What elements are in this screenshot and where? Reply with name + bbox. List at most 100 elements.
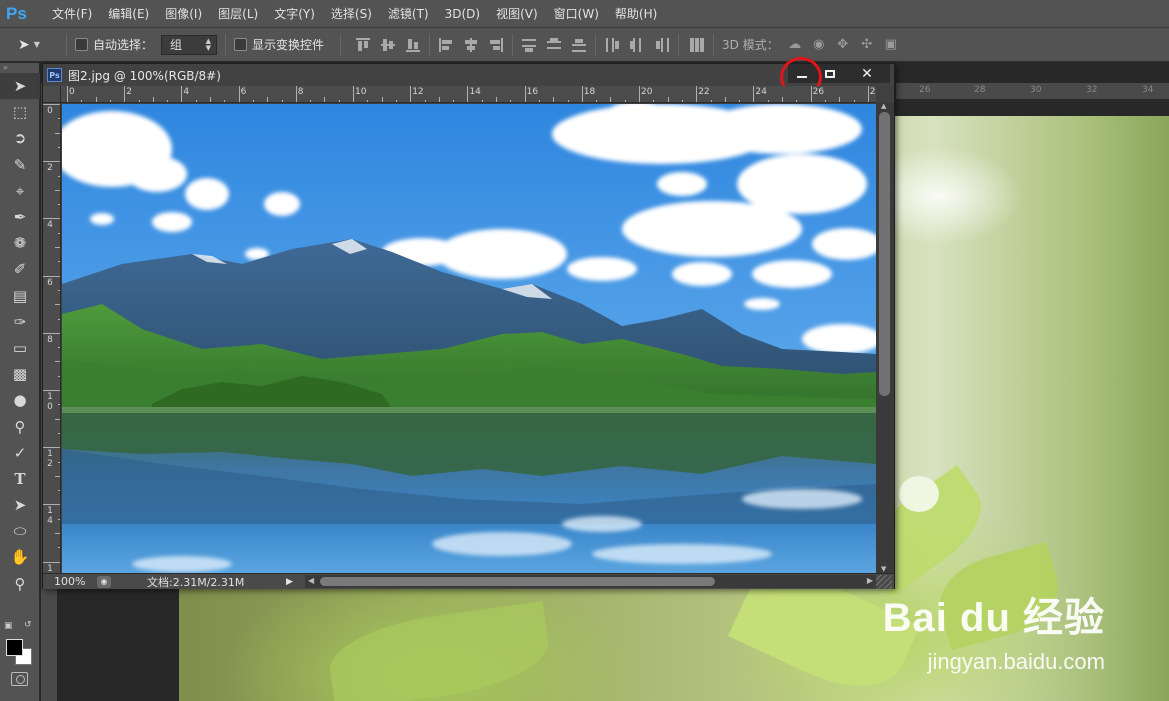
move-tool-icon[interactable]: ➤ [0,73,40,100]
quick-mask-icon[interactable] [11,672,28,686]
ruler-label: 18 [583,87,596,97]
dodge-tool-icon[interactable]: ⚲ [0,413,40,439]
document-canvas[interactable] [62,104,876,573]
horizontal-scrollbar[interactable]: ◀ ▶ [305,575,876,588]
align-vertical-centers-icon[interactable] [380,37,396,53]
pen-tool-icon[interactable]: ✓ [0,440,40,466]
ruler-tick [867,86,869,102]
document-title-bar[interactable]: Ps 图2.jpg @ 100%(RGB/8#) ✕ [43,57,894,97]
drag-3d-icon[interactable]: ✥ [833,36,853,54]
roll-3d-icon[interactable]: ◉ [809,36,829,54]
default-colors-icon[interactable]: ▣ [4,621,13,631]
vertical-scroll-thumb[interactable] [879,112,890,396]
foreground-color-swatch[interactable] [6,639,23,656]
status-menu-arrow-icon[interactable]: ▶ [286,577,298,587]
ruler-origin[interactable] [43,86,61,103]
align-left-edges-icon[interactable] [438,37,454,53]
type-tool-icon[interactable]: T [0,466,40,492]
orbit-3d-icon[interactable]: ☁ [785,36,805,54]
menu-help[interactable]: 帮助(H) [607,0,665,28]
menu-edit[interactable]: 编辑(E) [100,0,157,28]
document-title: 图2.jpg @ 100%(RGB/8#) [68,68,221,83]
distribute-top-icon[interactable] [521,37,537,53]
scroll-up-icon[interactable]: ▲ [881,102,886,110]
ruler-tick [410,86,412,102]
horizontal-ruler[interactable]: 0246810121416182022242628 [61,86,876,103]
distribute-vertical-centers-icon[interactable] [546,37,562,53]
ruler-tick [43,218,60,220]
options-divider [225,33,227,56]
crop-tool-icon[interactable]: ⌖ [0,178,40,204]
swap-colors-icon[interactable]: ↺ [24,620,32,630]
auto-select-dropdown[interactable]: 组 ▲ ▼ [161,34,218,55]
menu-file[interactable]: 文件(F) [44,0,100,28]
blur-tool-icon[interactable]: ● [0,387,40,413]
vertical-scrollbar[interactable]: ▲ ▼ [876,102,894,573]
auto-align-layers-icon[interactable] [689,37,705,53]
close-button[interactable]: ✕ [844,64,890,83]
ellipse-tool-icon[interactable]: ⬭ [0,518,40,544]
scroll-right-icon[interactable]: ▶ [867,576,873,585]
scale-3d-icon[interactable]: ▣ [881,36,901,54]
ruler-tick [58,375,60,377]
menu-type[interactable]: 文字(Y) [266,0,323,28]
ruler-label: 34 [1142,85,1154,95]
hand-tool-icon[interactable]: ✋ [0,544,40,570]
horizontal-scroll-thumb[interactable] [320,577,715,586]
ruler-tick [782,97,783,102]
history-brush-tool-icon[interactable]: ✑ [0,309,40,335]
vertical-ruler[interactable]: 0 2 4 6 8 1 0 1 2 1 4 1 [43,103,61,573]
resize-grip-icon[interactable] [876,575,892,589]
align-right-edges-icon[interactable] [488,37,504,53]
options-divider [512,33,514,56]
align-top-edges-icon[interactable] [355,37,371,53]
clone-stamp-tool-icon[interactable]: ▤ [0,283,40,309]
menu-layer[interactable]: 图层(L) [210,0,266,28]
menu-view[interactable]: 视图(V) [488,0,546,28]
ruler-tick [43,390,60,391]
quick-select-tool-icon[interactable]: ✎ [0,152,40,178]
menu-image[interactable]: 图像(I) [157,0,210,28]
menu-3d[interactable]: 3D(D) [437,0,488,28]
auto-select-checkbox[interactable] [75,38,88,51]
lasso-tool-icon[interactable]: ➲ [0,125,40,151]
ruler-label: 12 [412,87,424,97]
collapse-arrows-icon[interactable]: » [0,63,39,73]
zoom-level[interactable]: 100% [43,575,91,588]
scroll-left-icon[interactable]: ◀ [308,576,314,585]
eraser-tool-icon[interactable]: ▭ [0,335,40,361]
show-transform-checkbox[interactable] [234,38,248,51]
ruler-label: 1 [47,563,53,573]
distribute-bottom-icon[interactable] [571,37,587,53]
scroll-down-icon[interactable]: ▼ [881,565,886,573]
ruler-tick [58,204,60,206]
marquee-tool-icon[interactable]: ⬚ [0,99,40,125]
menu-filter[interactable]: 滤镜(T) [380,0,437,28]
brush-tool-icon[interactable]: ✐ [0,256,40,282]
ruler-tick [58,432,60,434]
menu-select[interactable]: 选择(S) [323,0,380,28]
zoom-tool-icon[interactable]: ⚲ [0,571,40,597]
align-horizontal-centers-icon[interactable] [463,37,479,53]
slide-3d-icon[interactable]: ✣ [857,36,877,54]
eyedropper-tool-icon[interactable]: ✒ [0,204,40,230]
ruler-tick [55,132,60,134]
ruler-tick [55,189,60,191]
ps-document-icon: Ps [47,68,62,82]
align-bottom-edges-icon[interactable] [405,37,421,53]
distribute-right-icon[interactable] [654,37,670,53]
menu-window[interactable]: 窗口(W) [546,0,607,28]
distribute-left-icon[interactable] [604,37,620,53]
tool-preset-picker[interactable]: ➤ ▼ [18,37,58,53]
path-select-tool-icon[interactable]: ➤ [0,492,40,518]
ruler-label: 28 [869,87,876,97]
ruler-tick [681,100,683,102]
status-info-icon[interactable]: ◉ [97,575,111,588]
ruler-tick [810,86,812,102]
ruler-tick [181,86,183,102]
healing-brush-tool-icon[interactable]: ❁ [0,230,40,256]
ruler-tick [58,175,60,177]
ruler-tick [367,100,369,102]
gradient-tool-icon[interactable]: ▩ [0,361,40,387]
distribute-horizontal-centers-icon[interactable] [629,37,645,53]
